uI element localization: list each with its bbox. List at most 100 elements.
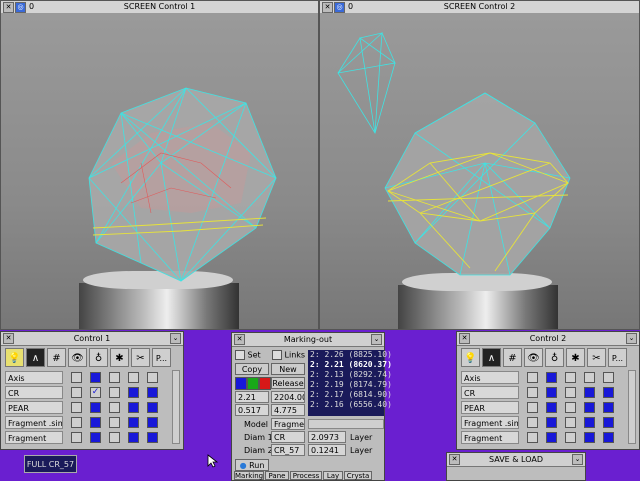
lightbulb-icon[interactable]: 💡 — [5, 348, 24, 367]
run-button[interactable]: ● Run — [235, 459, 269, 471]
toggle[interactable] — [128, 416, 139, 428]
tab-pane[interactable]: Pane — [265, 471, 289, 480]
chevron-down-icon[interactable]: ⌄ — [572, 454, 583, 465]
scissors-icon[interactable]: ✂ — [587, 348, 606, 367]
model-field[interactable]: Fragment — [271, 418, 305, 430]
camera-view-1[interactable] — [1, 13, 318, 329]
list-item[interactable]: 2: 2.13 (8292.74) — [308, 370, 392, 380]
toggle[interactable] — [584, 371, 595, 383]
toggle[interactable] — [109, 401, 120, 413]
list-item[interactable]: 2: 2.19 (8174.79) — [308, 380, 392, 390]
toggle[interactable] — [603, 431, 614, 443]
toggle[interactable] — [527, 371, 538, 383]
toggle[interactable] — [603, 401, 614, 413]
toggle[interactable] — [128, 401, 139, 413]
toggle[interactable] — [546, 371, 557, 383]
bulb-outline-icon[interactable]: ♁ — [89, 348, 108, 367]
toggle[interactable] — [603, 371, 614, 383]
toggle[interactable] — [603, 386, 614, 398]
wire-icon[interactable]: ∧ — [482, 348, 501, 367]
toggle[interactable] — [546, 386, 557, 398]
hash-icon[interactable]: # — [47, 348, 66, 367]
model-scrollbar[interactable] — [308, 419, 384, 429]
hash-icon[interactable]: # — [503, 348, 522, 367]
diam2-field[interactable]: CR_57 — [271, 444, 305, 456]
toggle[interactable] — [71, 401, 82, 413]
chevron-down-icon[interactable]: ⌄ — [170, 333, 181, 344]
toggle[interactable] — [527, 401, 538, 413]
toggle[interactable] — [147, 386, 158, 398]
bulb-outline-icon[interactable]: ♁ — [545, 348, 564, 367]
toggle[interactable] — [603, 416, 614, 428]
close-icon[interactable]: ✕ — [449, 454, 460, 465]
chevron-down-icon[interactable]: ⌄ — [371, 334, 382, 345]
new-button[interactable]: New — [271, 363, 305, 375]
more-icon[interactable]: P... — [152, 348, 171, 367]
toggle[interactable] — [147, 401, 158, 413]
lightbulb-icon[interactable]: 💡 — [461, 348, 480, 367]
tab-process[interactable]: Process — [290, 471, 322, 480]
toggle[interactable] — [128, 371, 139, 383]
control-1-scrollbar[interactable] — [172, 370, 180, 444]
swatch-green[interactable] — [247, 377, 259, 390]
more-icon[interactable]: P... — [608, 348, 627, 367]
swatch-red[interactable] — [259, 377, 271, 390]
checkbox-checked[interactable]: ✓ — [90, 386, 101, 398]
diam1-field[interactable]: CR — [271, 431, 305, 443]
toggle[interactable] — [546, 401, 557, 413]
toggle[interactable] — [109, 431, 120, 443]
toggle[interactable] — [584, 401, 595, 413]
close-icon[interactable]: ✕ — [234, 334, 245, 345]
toggle[interactable] — [128, 386, 139, 398]
eye-icon[interactable]: 👁 — [524, 348, 543, 367]
toggle[interactable] — [584, 416, 595, 428]
toggle[interactable] — [565, 371, 576, 383]
toggle[interactable] — [147, 416, 158, 428]
toggle[interactable] — [546, 416, 557, 428]
links-checkbox[interactable]: Links — [272, 350, 305, 360]
toggle[interactable] — [109, 386, 120, 398]
set-checkbox[interactable]: Set — [235, 350, 261, 360]
window-icon[interactable]: ◎ — [334, 2, 345, 13]
close-icon[interactable]: ✕ — [3, 333, 14, 344]
toggle[interactable] — [109, 371, 120, 383]
scissors-icon[interactable]: ✂ — [131, 348, 150, 367]
close-icon[interactable]: ✕ — [322, 2, 333, 13]
window-icon[interactable]: ◎ — [15, 2, 26, 13]
swatch-blue[interactable] — [235, 377, 247, 390]
wire-icon[interactable]: ∧ — [26, 348, 45, 367]
toggle[interactable] — [90, 401, 101, 413]
control-2-scrollbar[interactable] — [628, 370, 636, 444]
tab-marking[interactable]: Marking — [234, 471, 264, 480]
toggle[interactable] — [565, 401, 576, 413]
copy-button[interactable]: Copy — [235, 363, 269, 375]
toggle[interactable] — [565, 416, 576, 428]
close-icon[interactable]: ✕ — [3, 2, 14, 13]
toggle[interactable] — [71, 431, 82, 443]
spider-icon[interactable]: ✱ — [110, 348, 129, 367]
camera-view-2[interactable] — [320, 13, 639, 329]
toggle[interactable] — [128, 431, 139, 443]
toggle[interactable] — [584, 431, 595, 443]
toggle[interactable] — [527, 386, 538, 398]
toggle[interactable] — [90, 371, 101, 383]
list-item[interactable]: 2: 2.26 (8825.10) — [308, 350, 392, 360]
toggle[interactable] — [565, 431, 576, 443]
toggle[interactable] — [71, 416, 82, 428]
toggle[interactable] — [565, 386, 576, 398]
toggle[interactable] — [71, 371, 82, 383]
toggle[interactable] — [527, 416, 538, 428]
eye-icon[interactable]: 👁 — [68, 348, 87, 367]
tab-crysta[interactable]: Crysta — [344, 471, 372, 480]
toggle[interactable] — [71, 386, 82, 398]
toggle[interactable] — [546, 431, 557, 443]
release-button[interactable]: Release — [271, 377, 305, 389]
chevron-down-icon[interactable]: ⌄ — [626, 333, 637, 344]
toggle[interactable] — [147, 371, 158, 383]
spider-icon[interactable]: ✱ — [566, 348, 585, 367]
toggle[interactable] — [90, 416, 101, 428]
toggle[interactable] — [90, 431, 101, 443]
list-item-selected[interactable]: 2: 2.21 (8620.37) — [308, 360, 392, 370]
close-icon[interactable]: ✕ — [459, 333, 470, 344]
list-item[interactable]: 2: 2.16 (6556.40) — [308, 400, 392, 410]
